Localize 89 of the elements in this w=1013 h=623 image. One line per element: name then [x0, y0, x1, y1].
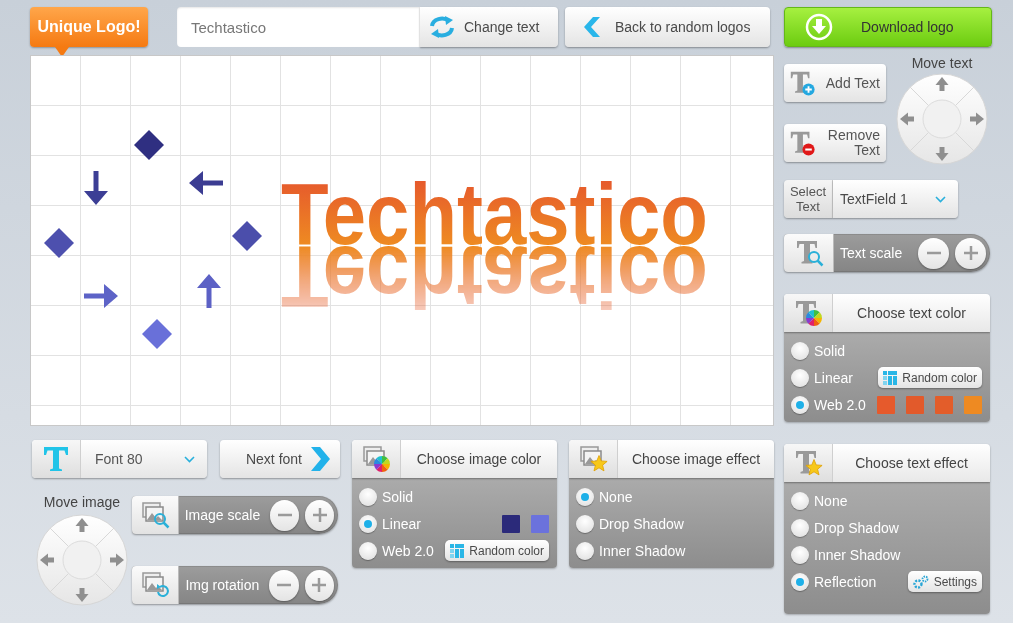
radio-button[interactable]: [359, 487, 377, 506]
image-color-wheel-icon: [361, 444, 391, 474]
control-label: Image scale: [183, 507, 262, 523]
plus-button[interactable]: [304, 569, 334, 601]
panel-header[interactable]: Choose image color: [352, 440, 557, 478]
option-label: Linear: [382, 515, 421, 532]
radio-button[interactable]: [791, 572, 809, 591]
panel-title: Choose image effect: [630, 451, 762, 467]
option-label: Solid: [814, 342, 846, 359]
option-label: Solid: [382, 488, 414, 505]
panel-header[interactable]: Choose image effect: [569, 440, 774, 478]
minus-button[interactable]: [270, 499, 300, 531]
plus-icon: [962, 245, 979, 261]
add-text-button[interactable]: Add Text: [784, 64, 886, 102]
panel-title: Choose text color: [856, 305, 967, 321]
panel-title: Choose text effect: [854, 455, 969, 471]
direction-pad[interactable]: [36, 514, 128, 606]
option-label: Drop Shadow: [814, 519, 899, 536]
pad-label: Move image: [43, 494, 121, 510]
radio-button[interactable]: [359, 541, 377, 560]
radio-button[interactable]: [576, 514, 594, 533]
change-text-button[interactable]: Change text: [420, 7, 558, 47]
panel-header[interactable]: Choose text effect: [784, 444, 990, 482]
chevron-left-icon: [583, 17, 601, 37]
control-label: Text scale: [839, 245, 904, 261]
tiles-icon: [450, 543, 465, 558]
plus-button[interactable]: [305, 499, 334, 531]
radio-button[interactable]: [791, 545, 809, 564]
next-font-button[interactable]: Next font: [220, 440, 340, 478]
download-button[interactable]: Download logo: [784, 7, 992, 47]
download-icon: [805, 13, 833, 41]
radio-button[interactable]: [791, 368, 809, 387]
dropdown-value: TextField 1: [840, 191, 908, 207]
gears-icon: [912, 574, 929, 589]
tiles-icon: [883, 370, 898, 385]
dropdown-value: Font 80: [95, 451, 143, 467]
select-label: Select Text: [784, 180, 833, 218]
option-label: None: [814, 492, 848, 509]
refresh-icon: [428, 15, 456, 39]
back-button[interactable]: Back to random logos: [565, 7, 770, 47]
option-label: Linear: [814, 369, 853, 386]
image-rotate-icon: [140, 570, 171, 600]
option-label: Inner Shadow: [599, 542, 686, 559]
random-color-button[interactable]: Random color: [445, 540, 549, 561]
option-label: Web 2.0: [814, 396, 866, 413]
letter-icon: [41, 444, 71, 474]
option-label: Reflection: [814, 573, 877, 590]
logo-badge: Unique Logo!: [30, 7, 148, 47]
image-star-icon: [578, 444, 608, 474]
radio-button[interactable]: [576, 487, 594, 506]
option-label: None: [599, 488, 633, 505]
color-swatch[interactable]: [964, 395, 982, 414]
random-color-button[interactable]: Random color: [878, 367, 982, 388]
radio-button[interactable]: [359, 514, 377, 533]
panel-title: Choose image color: [415, 451, 543, 467]
radio-button[interactable]: [791, 491, 809, 510]
pad-label: Move text: [911, 55, 973, 71]
color-swatch[interactable]: [502, 514, 520, 533]
radio-button[interactable]: [576, 541, 594, 560]
option-label: Inner Shadow: [814, 546, 901, 563]
remove-text-button[interactable]: Remove Text: [784, 124, 886, 162]
plus-button[interactable]: [955, 237, 986, 269]
plus-icon: [311, 507, 328, 523]
letter-color-wheel-icon: [793, 298, 823, 328]
minus-button[interactable]: [918, 237, 949, 269]
color-swatch[interactable]: [935, 395, 953, 414]
settings-button[interactable]: Settings: [907, 571, 982, 592]
color-swatch[interactable]: [877, 395, 895, 414]
option-label: Drop Shadow: [599, 515, 684, 532]
radio-button[interactable]: [791, 341, 809, 360]
plus-icon: [311, 577, 328, 593]
color-swatch[interactable]: [906, 395, 924, 414]
chevron-down-icon: [935, 195, 946, 203]
radio-button[interactable]: [791, 518, 809, 537]
text-field-dropdown[interactable]: TextField 1: [833, 180, 958, 218]
text-input[interactable]: Techtastico: [177, 7, 420, 47]
control-label: Img rotation: [184, 577, 261, 593]
panel-header[interactable]: Choose text color: [784, 294, 990, 332]
letter-minus-icon: [788, 129, 816, 157]
direction-pad[interactable]: [896, 73, 988, 165]
minus-button[interactable]: [269, 569, 299, 601]
chevron-right-icon: [310, 447, 330, 471]
radio-button[interactable]: [791, 395, 809, 414]
letter-plus-icon: [788, 69, 816, 97]
option-label: Web 2.0: [382, 542, 434, 559]
color-swatch[interactable]: [531, 514, 549, 533]
image-magnifier-icon: [139, 500, 170, 530]
chevron-down-icon: [184, 455, 195, 463]
letter-star-icon: [793, 448, 823, 478]
